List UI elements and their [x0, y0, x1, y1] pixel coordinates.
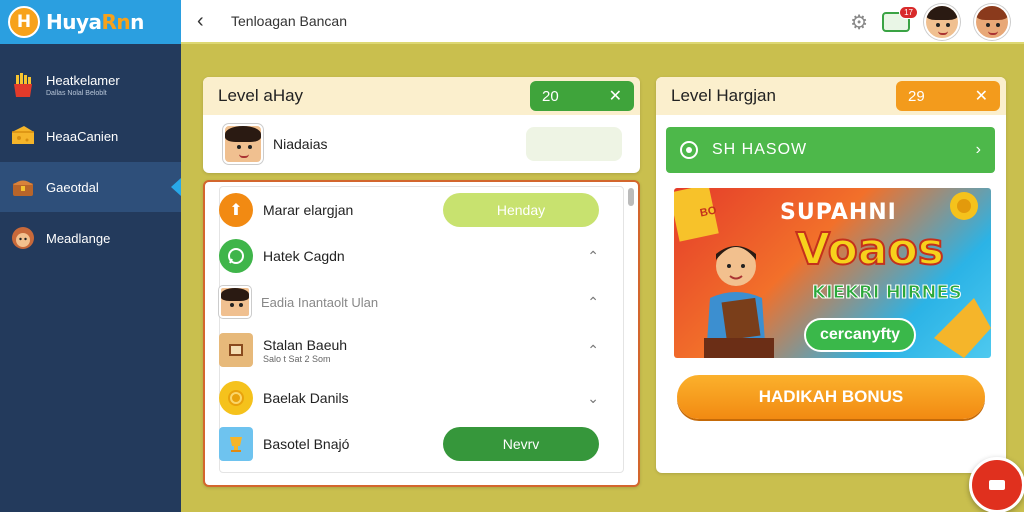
- app-logo[interactable]: H HuyaRnn: [0, 0, 181, 44]
- person-icon: [219, 286, 251, 318]
- active-indicator: [171, 178, 181, 196]
- level-value: 20: [542, 87, 559, 105]
- trophy-icon: [219, 427, 253, 461]
- action-bar[interactable]: SH HASOW ›: [666, 127, 995, 173]
- gear-icon[interactable]: ⚙: [850, 10, 868, 35]
- app-name: HuyaRnn: [46, 10, 144, 34]
- book-icon: [219, 333, 253, 367]
- logo-icon: H: [8, 6, 40, 38]
- coin-icon: [219, 381, 253, 415]
- floating-action-button[interactable]: [969, 457, 1024, 512]
- close-icon[interactable]: ✕: [609, 86, 622, 106]
- list-item-label: Stalan Baeuh: [263, 336, 348, 353]
- chat-icon: [219, 239, 253, 273]
- list-item[interactable]: Baelak Danils ⌄: [219, 378, 599, 418]
- chest-icon: [10, 174, 36, 200]
- sidebar-item-label: Gaeotdal: [46, 179, 99, 195]
- chevron-down-icon[interactable]: ⌄: [587, 390, 599, 407]
- list-item[interactable]: Basotel Bnajó Nevrv: [219, 424, 599, 464]
- level-value: 29: [908, 87, 925, 105]
- level-badge[interactable]: 20 ✕: [530, 81, 634, 111]
- avatar-secondary[interactable]: [974, 4, 1010, 40]
- banner-pill: cercanyfty: [804, 318, 917, 352]
- sidebar-item-heatkelamer[interactable]: Heatkelamer Dallas Nolal Beloblt: [0, 60, 181, 110]
- notification-badge: 17: [899, 6, 918, 19]
- henday-button[interactable]: Henday: [443, 193, 599, 227]
- face-icon: [10, 225, 36, 251]
- sidebar-item-gaeotdal[interactable]: Gaeotdal: [0, 162, 181, 212]
- list-item[interactable]: Stalan Baeuh Salo t Sat 2 Som ⌃: [219, 330, 599, 370]
- level-badge[interactable]: 29 ✕: [896, 81, 1000, 111]
- list-item-label: Marar elargjan: [263, 202, 354, 218]
- sidebar-item-meadlange[interactable]: Meadlange: [0, 213, 181, 263]
- chevron-up-icon[interactable]: ⌃: [587, 248, 599, 265]
- fab-icon: [989, 480, 1005, 490]
- banner-title: Voaos: [795, 223, 945, 276]
- level-panel: Level aHay 20 ✕ Niadaias: [203, 77, 640, 173]
- page-title: Tenloagan Bancan: [231, 13, 347, 29]
- user-avatar: [223, 124, 263, 164]
- cheese-icon: [10, 123, 36, 149]
- user-name: Niadaias: [273, 136, 328, 152]
- list-item[interactable]: Hatek Cagdn ⌃: [219, 236, 599, 276]
- user-input[interactable]: [526, 127, 622, 161]
- sidebar-item-label: Meadlange: [46, 230, 111, 246]
- avatar[interactable]: [924, 4, 960, 40]
- back-arrow-icon[interactable]: ‹: [197, 10, 227, 33]
- list-item-sublabel: Salo t Sat 2 Som: [263, 353, 331, 364]
- sidebar-item-label: HeaaCanien: [46, 128, 119, 144]
- radio-icon: [680, 141, 698, 159]
- list-item[interactable]: Eadia Inantaolt Ulan ⌃: [219, 282, 599, 322]
- chevron-up-icon[interactable]: ⌃: [587, 294, 599, 311]
- sidebar-item-label: Heatkelamer: [46, 73, 120, 88]
- fries-icon: [10, 72, 36, 98]
- list-item-label: Eadia Inantaolt Ulan: [261, 294, 379, 310]
- chevron-up-icon[interactable]: ⌃: [587, 342, 599, 359]
- banner-subtitle: KIEKRI HIRNES: [812, 282, 963, 304]
- wallet-icon[interactable]: 17: [882, 6, 918, 32]
- list-item-label: Hatek Cagdn: [263, 248, 345, 264]
- list-item-label: Baelak Danils: [263, 390, 349, 406]
- action-bar-label: SH HASOW: [712, 141, 808, 158]
- sidebar-item-sublabel: Dallas Nolal Beloblt: [46, 90, 107, 97]
- panel-title: Level aHay: [218, 86, 304, 105]
- arrow-up-icon: ⬆: [219, 193, 253, 227]
- sidebar-item-heaacanien[interactable]: HeaaCanien: [0, 111, 181, 161]
- task-list-panel: ⬆ Marar elargjan Henday Hatek Cagdn ⌃ Ea…: [203, 180, 640, 487]
- top-bar: ‹ Tenloagan Bancan ⚙ 17: [181, 0, 1024, 44]
- list-item[interactable]: ⬆ Marar elargjan Henday: [219, 190, 599, 230]
- close-icon[interactable]: ✕: [975, 86, 988, 106]
- list-item-label: Basotel Bnajó: [263, 436, 350, 452]
- promo-banner[interactable]: SUPAHNI Voaos KIEKRI HIRNES cercanyfty B…: [674, 188, 991, 358]
- banner-headline: SUPAHNI: [780, 200, 897, 225]
- bonus-button[interactable]: HADIKAH BONUS: [677, 375, 985, 419]
- chevron-right-icon: ›: [975, 141, 981, 158]
- nevrv-button[interactable]: Nevrv: [443, 427, 599, 461]
- panel-title: Level Hargjan: [671, 86, 776, 105]
- bonus-panel: Level Hargjan 29 ✕ SH HASOW › SUPAHNI Vo…: [656, 77, 1006, 473]
- sidebar: H HuyaRnn Heatkelamer Dallas Nolal Belobl…: [0, 0, 181, 512]
- scrollbar[interactable]: [628, 188, 634, 206]
